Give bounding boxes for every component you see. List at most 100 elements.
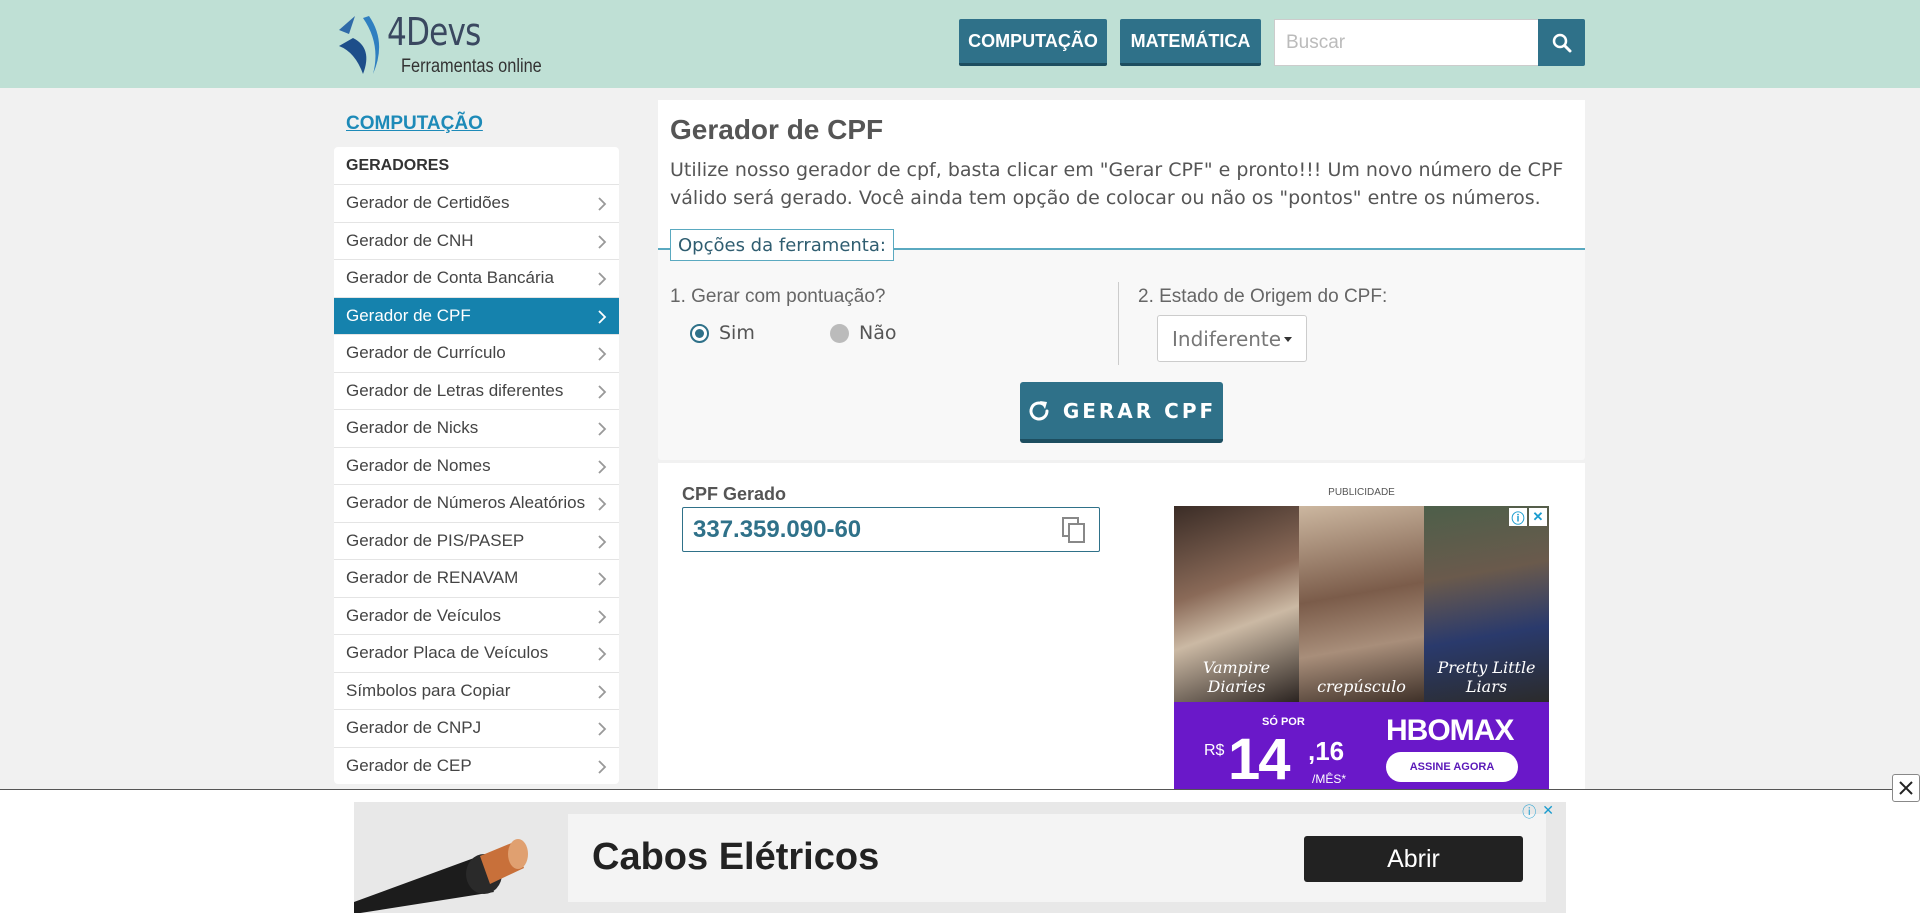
sidebar-item-label: Gerador de Conta Bancária	[346, 268, 554, 288]
sidebar-item[interactable]: Gerador de Currículo	[334, 334, 619, 372]
chevron-right-icon	[598, 234, 607, 249]
tool-intro: Gerador de CPF Utilize nosso gerador de …	[658, 100, 1585, 250]
sidebar-item-label: Gerador de PIS/PASEP	[346, 530, 525, 550]
sidebar-item[interactable]: Gerador Placa de Veículos	[334, 634, 619, 672]
page-description: Utilize nosso gerador de cpf, basta clic…	[670, 159, 1564, 209]
chevron-right-icon	[598, 684, 607, 699]
refresh-icon	[1029, 400, 1049, 420]
ad-caption: Vampire Diaries	[1202, 658, 1271, 696]
sidebar-item-label: Gerador Placa de Veículos	[346, 643, 549, 663]
sidebar-item[interactable]: Gerador de Nicks	[334, 409, 619, 447]
generate-cpf-button[interactable]: GERAR CPF	[1020, 382, 1223, 443]
sidebar-item[interactable]: Gerador de Letras diferentes	[334, 371, 619, 410]
chevron-right-icon	[598, 384, 607, 399]
ad-photo: Pretty Little Liars	[1424, 506, 1549, 702]
punctuation-question: 1. Gerar com pontuação?	[670, 286, 886, 307]
ad-label: PUBLICIDADE	[1328, 487, 1395, 498]
copy-icon[interactable]	[1061, 516, 1087, 544]
sidebar-item-label: Gerador de CEP	[346, 755, 472, 775]
radio-sim[interactable]: Sim	[690, 322, 755, 344]
sidebar-item[interactable]: Gerador de Nomes	[334, 446, 619, 485]
result-field[interactable]: 337.359.090-60	[682, 507, 1100, 552]
nav-matematica-button[interactable]: MATEMÁTICA	[1120, 19, 1261, 66]
sidebar-item-label: Gerador de Nomes	[346, 455, 491, 475]
chevron-right-icon	[598, 497, 607, 511]
sidebar-item[interactable]: Gerador de CPF	[334, 296, 619, 334]
sidebar-section-heading: GERADORES	[346, 157, 450, 174]
sidebar-item[interactable]: Gerador de CNH	[334, 221, 619, 260]
search-input[interactable]	[1274, 19, 1539, 66]
result-label: CPF Gerado	[682, 484, 787, 504]
hbo-ad[interactable]: ⓘ ✕ Vampire Diaries crepúsculo Pretty Li…	[1174, 506, 1549, 792]
nav-computacao-button[interactable]: COMPUTAÇÃO	[959, 19, 1107, 66]
sidebar-item-label: Gerador de RENAVAM	[346, 568, 519, 588]
ad-photos: Vampire Diaries crepúsculo Pretty Little…	[1174, 506, 1549, 702]
radio-nao-label: Não	[859, 322, 897, 344]
sidebar-item[interactable]: Gerador de Conta Bancária	[334, 259, 619, 297]
ad-controls: ⓘ ✕	[1509, 508, 1547, 526]
sidebar-item-label: Gerador de CNH	[346, 230, 474, 250]
promo-cents: ,16	[1308, 736, 1345, 766]
promo-cta-button[interactable]: ASSINE AGORA	[1386, 752, 1518, 782]
cables-ad-content: Cabos Elétricos Abrir	[568, 814, 1546, 902]
chevron-right-icon	[598, 272, 607, 286]
ad-promo: SÓ POR R$ 14 ,16 /MÊS* HBOMAX ASSINE AGO…	[1174, 702, 1549, 792]
sidebar-item[interactable]: Gerador de Números Aleatórios	[334, 484, 619, 522]
chevron-right-icon	[598, 347, 607, 361]
promo-per-month: /MÊS*	[1312, 772, 1347, 786]
ad-photo: crepúsculo	[1299, 506, 1424, 702]
sidebar-item[interactable]: Gerador de RENAVAM	[334, 559, 619, 597]
logo-subtitle: Ferramentas online	[401, 56, 542, 77]
ad-close-icon[interactable]: ✕	[1529, 508, 1547, 526]
promo-price: 14	[1228, 727, 1290, 792]
chevron-right-icon	[598, 309, 607, 324]
sidebar-item-label: Gerador de Números Aleatórios	[346, 493, 586, 513]
radio-unchecked-icon	[830, 323, 849, 343]
cables-ad-open-button[interactable]: Abrir	[1304, 836, 1523, 882]
cables-ad[interactable]: Cabos Elétricos Abrir ⓘ ✕	[354, 802, 1566, 913]
ad-caption: Pretty Little Liars	[1437, 658, 1536, 696]
logo-mark-icon	[339, 16, 380, 74]
result-card: CPF Gerado 337.359.090-60 PUBLICIDADE ⓘ …	[658, 463, 1585, 793]
search-icon	[1552, 33, 1571, 52]
sidebar-item[interactable]: Símbolos para Copiar	[334, 671, 619, 710]
cables-ad-title: Cabos Elétricos	[592, 836, 880, 878]
chevron-right-icon	[598, 759, 607, 774]
sidebar-item-label: Gerador de Letras diferentes	[346, 380, 564, 400]
sidebar-item[interactable]: Gerador de CNPJ	[334, 709, 619, 747]
state-question: 2. Estado de Origem do CPF:	[1138, 286, 1388, 307]
chevron-right-icon	[598, 722, 607, 736]
options-column-divider	[1118, 282, 1119, 365]
radio-checked-icon	[690, 323, 709, 343]
sidebar-title-link[interactable]: COMPUTAÇÃO	[346, 113, 483, 135]
site-header: 4Devs Ferramentas online COMPUTAÇÃO MATE…	[0, 0, 1920, 88]
radio-sim-label: Sim	[719, 322, 755, 344]
sidebar-item[interactable]: Gerador de CEP	[334, 746, 619, 785]
sidebar-item[interactable]: Gerador de Certidões	[334, 184, 619, 222]
sidebar-item-label: Gerador de CPF	[346, 305, 471, 325]
radio-nao[interactable]: Não	[830, 322, 896, 344]
site-logo[interactable]: 4Devs Ferramentas online	[333, 10, 553, 80]
sidebar-item-label: Gerador de Nicks	[346, 418, 479, 438]
cable-icon	[354, 802, 564, 913]
ad-info-icon[interactable]: ⓘ	[1522, 802, 1536, 822]
logo-title: 4Devs	[387, 10, 481, 54]
chevron-right-icon	[598, 197, 607, 211]
tool-card: Gerador de CPF Utilize nosso gerador de …	[658, 100, 1585, 460]
sticky-ad-close-button[interactable]	[1892, 774, 1920, 802]
chevron-right-icon	[598, 609, 607, 624]
caret-down-icon	[1284, 337, 1292, 342]
sidebar-item-label: Gerador de Currículo	[346, 343, 506, 363]
sidebar-item-label: Gerador de CNPJ	[346, 718, 482, 738]
state-select-value: Indiferente	[1172, 326, 1282, 351]
sidebar-item[interactable]: Gerador de PIS/PASEP	[334, 521, 619, 560]
ad-close-icon[interactable]: ✕	[1542, 802, 1554, 822]
chevron-right-icon	[598, 647, 607, 661]
ad-photo: Vampire Diaries	[1174, 506, 1299, 702]
state-select[interactable]: Indiferente	[1157, 315, 1307, 362]
result-value: 337.359.090-60	[693, 515, 862, 543]
chevron-right-icon	[598, 572, 607, 586]
sidebar-item[interactable]: Gerador de Veículos	[334, 596, 619, 635]
ad-info-icon[interactable]: ⓘ	[1509, 508, 1527, 526]
search-button[interactable]	[1538, 19, 1585, 66]
